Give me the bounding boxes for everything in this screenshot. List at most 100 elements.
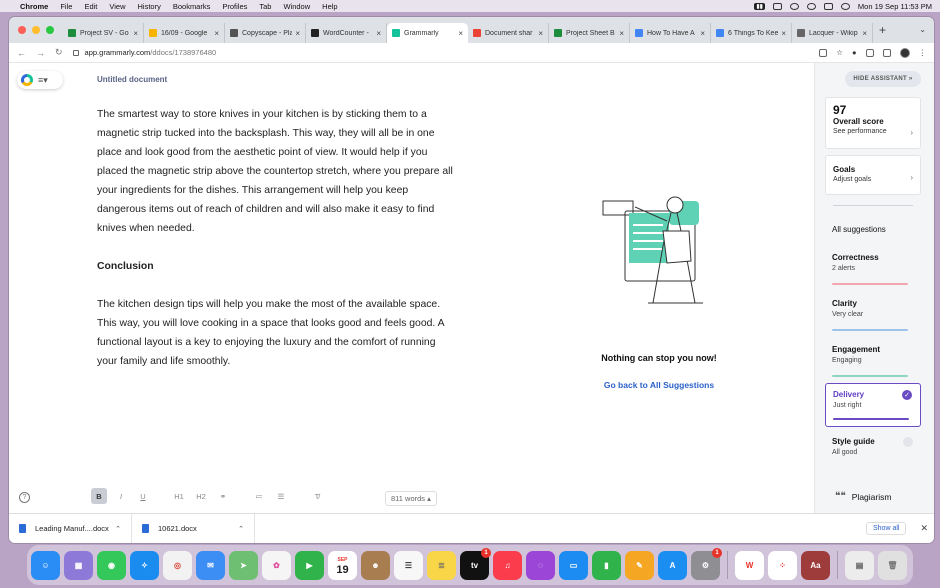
- maps-icon[interactable]: ➤: [229, 550, 258, 580]
- close-tab-icon[interactable]: ×: [538, 29, 543, 38]
- forward-arrow-icon[interactable]: →: [36, 48, 45, 58]
- close-window-button[interactable]: [18, 26, 26, 34]
- chrome-icon[interactable]: ◎: [163, 550, 192, 580]
- menu-tab[interactable]: Tab: [259, 2, 271, 11]
- menu-help[interactable]: Help: [322, 2, 337, 11]
- close-tab-icon[interactable]: ×: [781, 29, 786, 38]
- category-delivery[interactable]: Delivery Just right ✓: [825, 383, 921, 427]
- close-tab-icon[interactable]: ×: [458, 29, 463, 38]
- see-performance-link[interactable]: See performance: [833, 128, 913, 135]
- browser-tab[interactable]: Copyscape - Pla ×: [225, 23, 306, 43]
- close-tab-icon[interactable]: ×: [619, 29, 624, 38]
- numbered-list-icon[interactable]: ≔: [251, 488, 267, 504]
- pages-icon[interactable]: ✎: [625, 550, 654, 580]
- url-field[interactable]: app.grammarly.com/ddocs/1738976480: [85, 48, 217, 57]
- browser-tab[interactable]: How To Have A ×: [630, 23, 711, 43]
- document-body[interactable]: The smartest way to store knives in your…: [97, 105, 457, 390]
- bookmark-star-icon[interactable]: ☆: [836, 48, 843, 57]
- download-item[interactable]: Leading Manuf....docx ⌃: [9, 513, 132, 543]
- download-item[interactable]: 10621.docx ⌃: [132, 513, 255, 543]
- back-to-suggestions-link[interactable]: Go back to All Suggestions: [569, 380, 749, 390]
- launchpad-icon[interactable]: ▦: [64, 550, 93, 580]
- chevron-up-icon[interactable]: ⌃: [238, 525, 244, 533]
- new-tab-button[interactable]: +: [879, 23, 886, 37]
- help-icon[interactable]: ?: [19, 492, 30, 503]
- music-icon[interactable]: ♫: [493, 550, 522, 580]
- close-tab-icon[interactable]: ×: [700, 29, 705, 38]
- category-correctness[interactable]: Correctness 2 alerts: [825, 247, 921, 291]
- numbers-icon[interactable]: ▮: [592, 550, 621, 580]
- menu-profiles[interactable]: Profiles: [222, 2, 247, 11]
- document-stack-icon[interactable]: ▤: [845, 550, 874, 580]
- overall-score-card[interactable]: 97 Overall score See performance ›: [825, 97, 921, 149]
- minimize-window-button[interactable]: [32, 26, 40, 34]
- calendar-icon[interactable]: SEP 19: [328, 550, 357, 580]
- photos-icon[interactable]: ✿: [262, 550, 291, 580]
- system-preferences-icon[interactable]: ⚙ 1: [691, 547, 722, 580]
- messages-icon[interactable]: ◉: [97, 550, 126, 580]
- paragraph[interactable]: The kitchen design tips will help you ma…: [97, 295, 457, 371]
- back-arrow-icon[interactable]: ←: [17, 48, 26, 58]
- grammarly-menu-button[interactable]: ≡▾: [17, 71, 63, 89]
- zoom-window-button[interactable]: [46, 26, 54, 34]
- menu-app-name[interactable]: Chrome: [20, 2, 48, 11]
- menu-history[interactable]: History: [138, 2, 161, 11]
- extensions-icon[interactable]: [865, 48, 874, 57]
- reload-icon[interactable]: ↻: [55, 47, 63, 58]
- notes-icon[interactable]: ≣: [427, 550, 456, 580]
- safari-icon[interactable]: ✧: [130, 550, 159, 580]
- close-tab-icon[interactable]: ×: [214, 29, 219, 38]
- close-tab-icon[interactable]: ×: [862, 29, 867, 38]
- app-store-icon[interactable]: A: [658, 550, 687, 580]
- battery-icon[interactable]: [772, 2, 782, 10]
- plagiarism-button[interactable]: ❝❝ Plagiarism: [835, 491, 891, 502]
- browser-tab[interactable]: Project SV - Go ×: [63, 23, 144, 43]
- share-icon[interactable]: [819, 48, 828, 57]
- show-all-button[interactable]: Show all: [865, 522, 907, 535]
- control-center-icon[interactable]: [823, 2, 833, 10]
- bold-button[interactable]: B: [91, 488, 107, 504]
- heading2-button[interactable]: H2: [193, 488, 209, 504]
- bulleted-list-icon[interactable]: ☰: [273, 488, 289, 504]
- close-icon[interactable]: ✕: [920, 523, 928, 534]
- dictionary-icon[interactable]: Aa: [801, 550, 830, 580]
- browser-tab[interactable]: 6 Things To Kee ×: [711, 23, 792, 43]
- category-engagement[interactable]: Engagement Engaging: [825, 339, 921, 383]
- keynote-icon[interactable]: ▭: [559, 550, 588, 580]
- adjust-goals-link[interactable]: Adjust goals: [833, 176, 913, 183]
- trash-icon[interactable]: 🗑: [878, 550, 907, 580]
- chrome-menu-icon[interactable]: ⋮: [919, 48, 927, 57]
- browser-tab[interactable]: Grammarly ×: [387, 23, 468, 43]
- apple-tv-icon[interactable]: tv 1: [460, 547, 491, 580]
- reminders-icon[interactable]: ☰: [394, 550, 423, 580]
- podcasts-icon[interactable]: ◌: [526, 550, 555, 580]
- section-heading[interactable]: Conclusion: [97, 257, 457, 276]
- hide-assistant-button[interactable]: HIDE ASSISTANT »: [845, 71, 921, 87]
- close-tab-icon[interactable]: ×: [133, 29, 138, 38]
- finder-icon[interactable]: ☺: [31, 550, 60, 580]
- siri-icon[interactable]: [840, 2, 850, 10]
- underline-button[interactable]: U: [135, 488, 151, 504]
- browser-tab[interactable]: WordCounter - ×: [306, 23, 387, 43]
- menubar-status-icon[interactable]: ▮▮: [754, 2, 765, 10]
- mail-icon[interactable]: ✉: [196, 550, 225, 580]
- clear-formatting-icon[interactable]: T̸: [309, 488, 325, 504]
- close-tab-icon[interactable]: ×: [295, 29, 300, 38]
- document-title[interactable]: Untitled document: [97, 75, 167, 84]
- all-suggestions-tab[interactable]: All suggestions: [832, 225, 886, 234]
- browser-tab[interactable]: Document shar ×: [468, 23, 549, 43]
- spotlight-icon[interactable]: [806, 2, 816, 10]
- profile-avatar[interactable]: [899, 47, 910, 58]
- facetime-icon[interactable]: ▶: [295, 550, 324, 580]
- wps-office-icon[interactable]: W: [735, 550, 764, 580]
- wifi-icon[interactable]: [789, 2, 799, 10]
- menu-window[interactable]: Window: [283, 2, 310, 11]
- word-count-button[interactable]: 811 words ▴: [385, 491, 437, 506]
- contacts-icon[interactable]: ☻: [361, 550, 390, 580]
- category-clarity[interactable]: Clarity Very clear: [825, 293, 921, 337]
- tab-search-icon[interactable]: ⌄: [919, 25, 926, 34]
- chevron-up-icon[interactable]: ⌃: [115, 525, 121, 533]
- menu-file[interactable]: File: [60, 2, 72, 11]
- grammarly-extension-icon[interactable]: ●: [852, 48, 857, 57]
- italic-button[interactable]: I: [113, 488, 129, 504]
